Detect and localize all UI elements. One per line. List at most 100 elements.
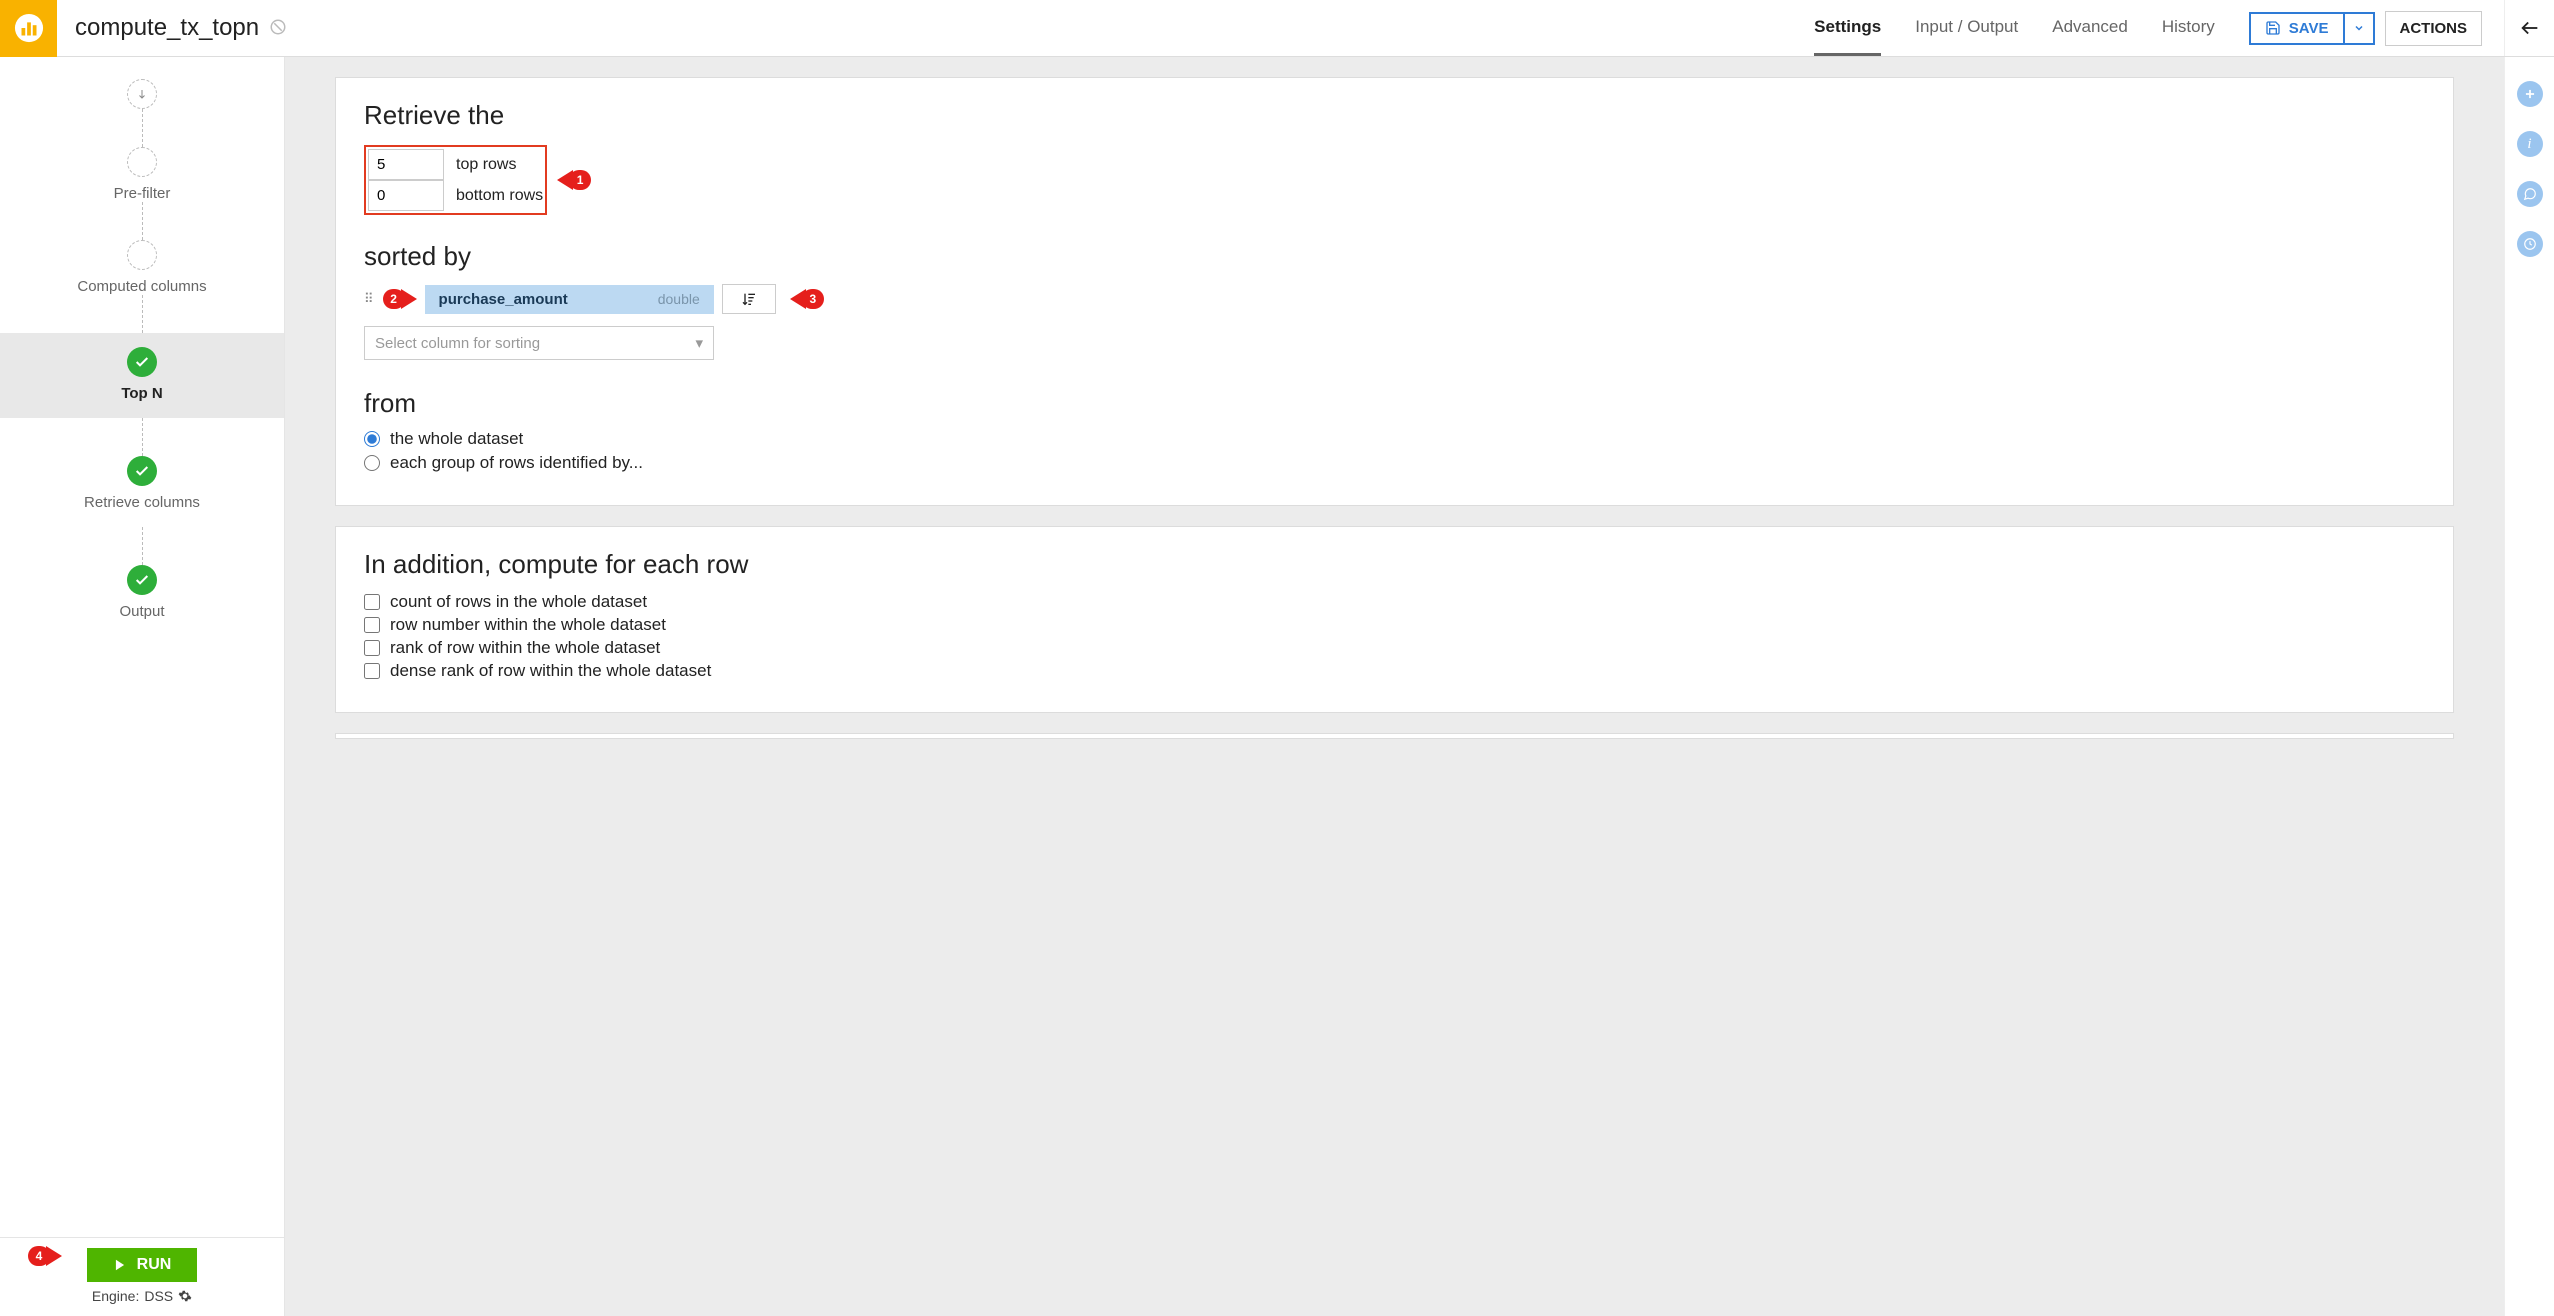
column-type: double (658, 291, 700, 307)
sidebar-footer: RUN Engine: DSS 4 (0, 1237, 284, 1316)
gear-icon[interactable] (178, 1289, 192, 1303)
column-name: purchase_amount (439, 291, 568, 308)
actions-button[interactable]: ACTIONS (2385, 11, 2483, 46)
sorted-heading: sorted by (364, 241, 2425, 272)
save-button[interactable]: SAVE (2249, 12, 2345, 45)
annotation-callout-1: 1 (557, 170, 591, 190)
radio-group[interactable] (364, 455, 380, 471)
compute-heading: In addition, compute for each row (364, 549, 2425, 580)
arrow-down-icon (127, 79, 157, 109)
annotation-number: 1 (569, 170, 591, 190)
annotation-callout-3: 3 (790, 289, 824, 309)
step-prefilter[interactable]: Pre-filter (0, 147, 284, 202)
step-label: Pre-filter (114, 185, 171, 202)
save-label: SAVE (2289, 20, 2329, 37)
back-button[interactable] (2504, 0, 2554, 56)
sort-column-chip[interactable]: purchase_amount double (425, 285, 714, 314)
drag-handle-icon[interactable]: ⠿ (364, 296, 375, 302)
engine-name: DSS (144, 1288, 173, 1304)
sort-column-select[interactable]: Select column for sorting ▾ (364, 326, 714, 360)
retrieve-card: Retrieve the top rows bottom rows 1 sor (335, 77, 2454, 506)
radio-whole[interactable] (364, 431, 380, 447)
rail-add-button[interactable] (2517, 81, 2543, 107)
check-icon (127, 347, 157, 377)
compute-opt-count[interactable]: count of rows in the whole dataset (364, 592, 2425, 612)
arrow-left-icon (2519, 17, 2541, 39)
sort-direction-button[interactable] (722, 284, 776, 314)
step-label: Top N (121, 385, 162, 402)
save-icon (2265, 20, 2281, 36)
placeholder-text: Select column for sorting (375, 335, 540, 352)
save-dropdown-button[interactable] (2345, 12, 2375, 45)
play-icon (113, 1258, 127, 1272)
clock-icon (2523, 237, 2537, 251)
step-node-start[interactable] (0, 79, 284, 109)
tab-advanced[interactable]: Advanced (2052, 0, 2128, 56)
compute-card: In addition, compute for each row count … (335, 526, 2454, 713)
retrieve-heading: Retrieve the (364, 100, 2425, 131)
from-option-group[interactable]: each group of rows identified by... (364, 453, 2425, 473)
tab-io[interactable]: Input / Output (1915, 0, 2018, 56)
step-retrieve-columns[interactable]: Retrieve columns (0, 456, 284, 527)
step-label: Retrieve columns (84, 494, 200, 511)
rail-info-button[interactable]: i (2517, 131, 2543, 157)
connector (142, 109, 143, 147)
compute-opt-rank[interactable]: rank of row within the whole dataset (364, 638, 2425, 658)
plus-icon (2523, 87, 2537, 101)
right-rail: i (2504, 57, 2554, 1316)
sort-desc-icon (741, 291, 757, 307)
step-top-n[interactable]: Top N (0, 333, 284, 418)
rail-chat-button[interactable] (2517, 181, 2543, 207)
top-actions: SAVE ACTIONS (2249, 11, 2482, 46)
compute-opt-rownum[interactable]: row number within the whole dataset (364, 615, 2425, 635)
check-icon (127, 456, 157, 486)
top-bar: compute_tx_topn Settings Input / Output … (0, 0, 2554, 57)
annotation-number: 2 (383, 289, 405, 309)
sidebar: Pre-filter Computed columns Top N Retrie… (0, 57, 285, 1316)
page-title: compute_tx_topn (75, 14, 259, 42)
run-button[interactable]: RUN (87, 1248, 198, 1282)
engine-prefix: Engine: (92, 1288, 139, 1304)
compute-opt-denserank[interactable]: dense rank of row within the whole datas… (364, 661, 2425, 681)
rail-history-button[interactable] (2517, 231, 2543, 257)
next-card-peek (335, 733, 2454, 739)
status-icon (269, 18, 287, 39)
checkbox[interactable] (364, 640, 380, 656)
annotation-number: 4 (28, 1246, 50, 1266)
run-label: RUN (137, 1256, 172, 1274)
check-icon (127, 565, 157, 595)
connector (142, 202, 143, 240)
info-icon: i (2527, 136, 2531, 153)
checkbox[interactable] (364, 617, 380, 633)
connector (142, 527, 143, 565)
header-tabs: Settings Input / Output Advanced History (1814, 0, 2215, 56)
top-rows-label: top rows (456, 156, 516, 174)
radio-label: the whole dataset (390, 429, 523, 449)
connector (142, 295, 143, 333)
bottom-rows-input[interactable] (368, 180, 444, 211)
step-output[interactable]: Output (0, 565, 284, 620)
checkbox-label: count of rows in the whole dataset (390, 592, 647, 612)
checkbox-label: dense rank of row within the whole datas… (390, 661, 711, 681)
tab-history[interactable]: History (2162, 0, 2215, 56)
checkbox-label: rank of row within the whole dataset (390, 638, 660, 658)
annotation-callout-4: 4 (28, 1246, 62, 1266)
from-heading: from (364, 388, 2425, 419)
top-rows-input[interactable] (368, 149, 444, 180)
from-option-whole[interactable]: the whole dataset (364, 429, 2425, 449)
radio-label: each group of rows identified by... (390, 453, 643, 473)
checkbox-label: row number within the whole dataset (390, 615, 666, 635)
checkbox[interactable] (364, 594, 380, 610)
circle-icon (127, 147, 157, 177)
step-computed-columns[interactable]: Computed columns (0, 240, 284, 295)
circle-icon (127, 240, 157, 270)
tab-settings[interactable]: Settings (1814, 0, 1881, 56)
main-panel: Retrieve the top rows bottom rows 1 sor (285, 57, 2504, 1316)
bar-chart-icon (14, 13, 44, 43)
connector (142, 418, 143, 456)
app-logo (0, 0, 57, 57)
annotation-number: 3 (802, 289, 824, 309)
engine-indicator: Engine: DSS (92, 1288, 192, 1304)
checkbox[interactable] (364, 663, 380, 679)
chat-icon (2523, 187, 2537, 201)
